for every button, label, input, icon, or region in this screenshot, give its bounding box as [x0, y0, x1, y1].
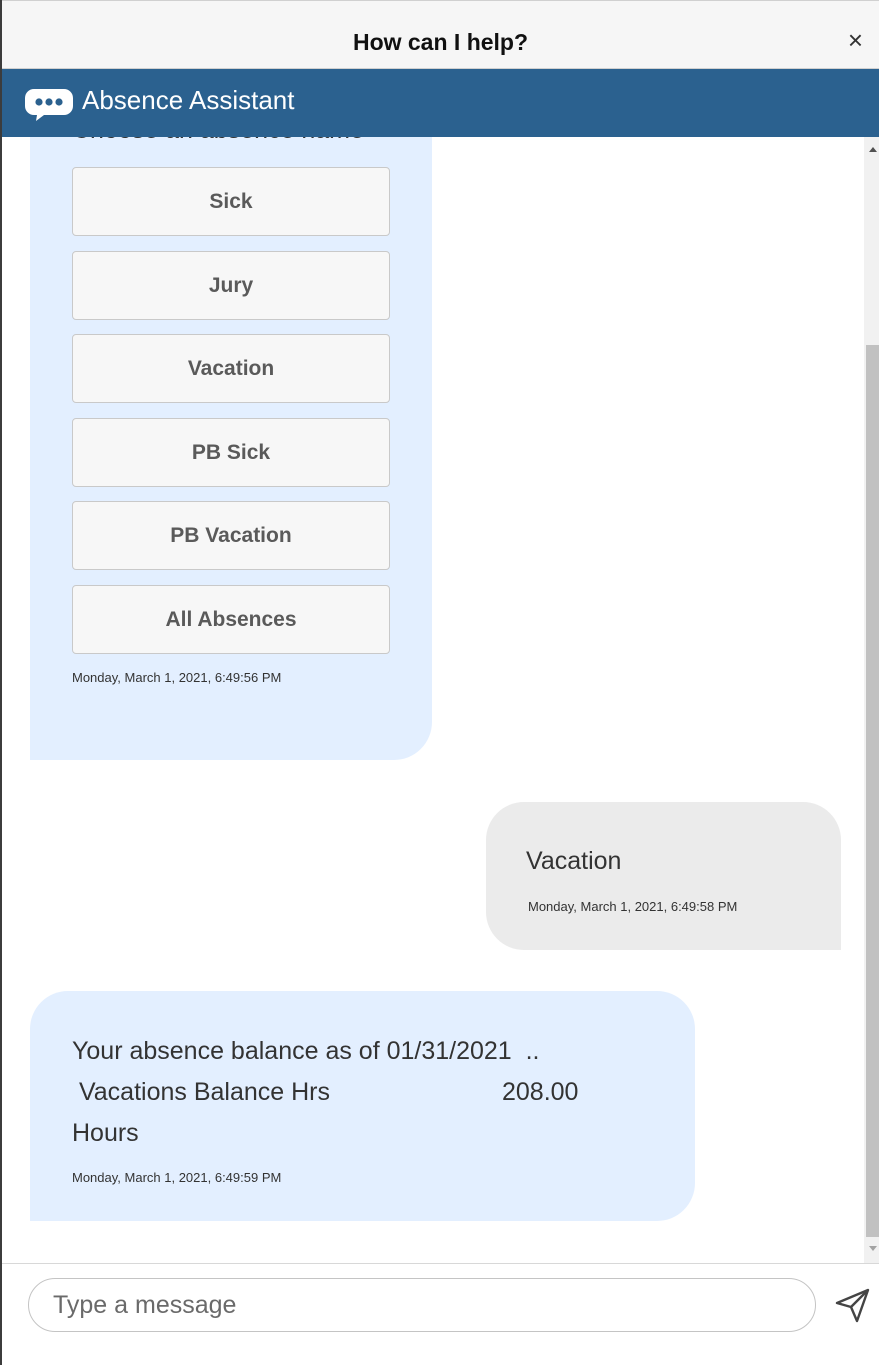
scrollbar-thumb[interactable] [866, 345, 879, 1237]
bot-message-balance: Your absence balance as of 01/31/2021 ..… [30, 991, 695, 1221]
option-pb-sick-button[interactable]: PB Sick [72, 418, 390, 487]
chat-bubble-icon [25, 89, 73, 121]
balance-heading: Your absence balance as of 01/31/2021 .. [72, 1037, 540, 1065]
conversation-scrollbar[interactable] [864, 137, 879, 1263]
balance-label: Vacations Balance Hrs [72, 1078, 330, 1106]
scroll-up-icon[interactable] [869, 147, 877, 152]
conversation-pane: Choose an absence name Sick Jury Vacatio… [2, 137, 864, 1263]
user-message-text: Vacation [526, 847, 622, 875]
message-timestamp: Monday, March 1, 2021, 6:49:56 PM [72, 670, 282, 685]
assistant-name: Absence Assistant [82, 85, 295, 115]
user-message: Vacation Monday, March 1, 2021, 6:49:58 … [486, 802, 841, 950]
title-bar: How can I help? × [2, 0, 879, 69]
send-icon[interactable] [834, 1286, 872, 1324]
close-icon[interactable]: × [848, 27, 863, 53]
window-title: How can I help? [352, 29, 529, 55]
message-timestamp: Monday, March 1, 2021, 6:49:59 PM [72, 1170, 282, 1185]
message-timestamp: Monday, March 1, 2021, 6:49:58 PM [528, 899, 738, 914]
message-input[interactable] [53, 1289, 793, 1321]
choice-prompt: Choose an absence name [72, 137, 364, 145]
message-input-box[interactable] [28, 1278, 816, 1332]
option-jury-button[interactable]: Jury [72, 251, 390, 320]
bot-message-choices: Choose an absence name Sick Jury Vacatio… [30, 137, 432, 760]
chat-window: How can I help? × Absence Assistant Choo… [0, 0, 879, 1365]
assistant-header: Absence Assistant [2, 69, 879, 137]
option-all-absences-button[interactable]: All Absences [72, 585, 390, 654]
balance-unit: Hours [72, 1119, 139, 1147]
option-sick-button[interactable]: Sick [72, 167, 390, 236]
balance-value: 208.00 [502, 1078, 579, 1106]
composer-area [2, 1263, 879, 1365]
scroll-down-icon[interactable] [869, 1246, 877, 1251]
option-pb-vacation-button[interactable]: PB Vacation [72, 501, 390, 570]
option-vacation-button[interactable]: Vacation [72, 334, 390, 403]
